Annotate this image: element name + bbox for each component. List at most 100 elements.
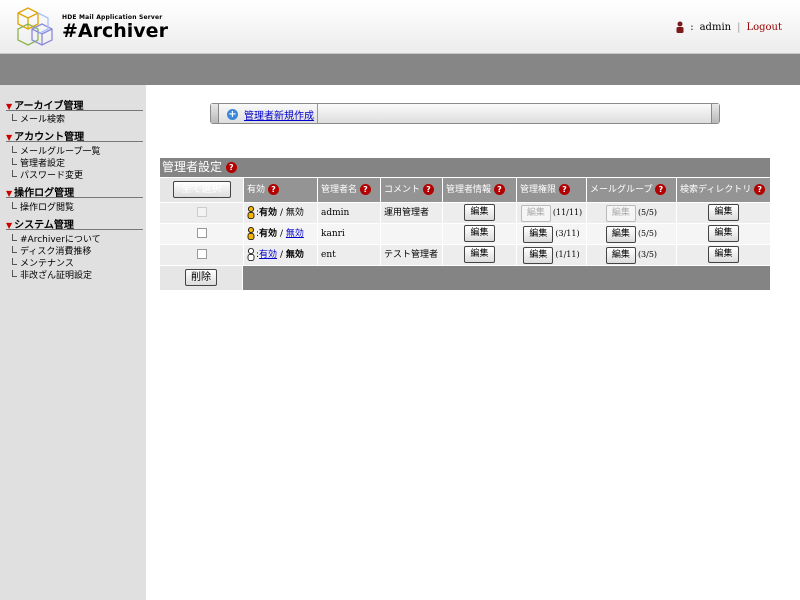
admin-info-cell: 編集 bbox=[443, 203, 516, 223]
select-all-button[interactable]: 全て選択 bbox=[172, 181, 231, 198]
admin-info-cell: 編集 bbox=[443, 245, 516, 265]
help-icon[interactable]: ? bbox=[558, 184, 570, 195]
help-icon[interactable]: ? bbox=[493, 184, 505, 195]
admin-comment bbox=[381, 224, 442, 244]
delete-cell: 削除 bbox=[160, 266, 243, 290]
disable-link[interactable]: 無効 bbox=[286, 229, 304, 239]
admin-name: admin bbox=[318, 203, 380, 223]
triangle-down-icon: ▼ bbox=[6, 189, 13, 198]
person-active-icon bbox=[247, 206, 255, 219]
username: admin bbox=[699, 21, 732, 33]
enabled-label: 有効 bbox=[259, 208, 278, 218]
sidebar-item-admin-settings[interactable]: 管理者設定 bbox=[10, 158, 65, 170]
tree-branch-icon bbox=[10, 170, 20, 182]
permissions-cell: 編集 (1/11) bbox=[517, 245, 586, 265]
new-admin-link[interactable]: 管理者新規作成 bbox=[244, 107, 314, 122]
edit-permissions-button[interactable]: 編集 bbox=[523, 225, 554, 243]
table-row: :有効 / 無効 kanri 編集 編集 (3/11) 編集 (5/5) 編集 bbox=[160, 224, 770, 244]
user-separator: : bbox=[690, 21, 694, 33]
edit-search-dir-button[interactable]: 編集 bbox=[708, 204, 739, 221]
col-header-mail-group: メールグループ ? bbox=[587, 178, 676, 202]
search-dir-cell: 編集 bbox=[677, 245, 770, 265]
enable-link[interactable]: 有効 bbox=[259, 250, 277, 260]
sidebar-item-password-change[interactable]: パスワード変更 bbox=[10, 170, 83, 182]
row-checkbox[interactable] bbox=[196, 248, 207, 259]
tree-branch-icon bbox=[10, 114, 20, 126]
sidebar-item-about[interactable]: #Archiverについて bbox=[10, 234, 101, 246]
search-dir-cell: 編集 bbox=[677, 203, 770, 223]
status-cell: :有効 / 無効 bbox=[244, 224, 317, 244]
permissions-cell: 編集 (3/11) bbox=[517, 224, 586, 244]
sidebar-item-mail-group-list[interactable]: メールグループ一覧 bbox=[10, 146, 100, 158]
user-icon bbox=[676, 21, 684, 33]
help-icon[interactable]: ? bbox=[422, 184, 434, 195]
edit-permissions-button[interactable]: 編集 bbox=[523, 246, 554, 264]
sidebar-item-maintenance[interactable]: メンテナンス bbox=[10, 258, 74, 270]
triangle-down-icon: ▼ bbox=[6, 102, 13, 111]
edit-search-dir-button[interactable]: 編集 bbox=[708, 246, 739, 263]
help-icon[interactable]: ? bbox=[225, 162, 237, 173]
row-checkbox-cell bbox=[160, 245, 243, 265]
permissions-count: (11/11) bbox=[552, 208, 583, 217]
permissions-count: (3/11) bbox=[555, 229, 580, 238]
disabled-label: 無効 bbox=[285, 250, 304, 260]
help-icon[interactable]: ? bbox=[267, 184, 279, 195]
tree-branch-icon bbox=[10, 202, 20, 214]
person-active-icon bbox=[247, 227, 255, 240]
sidebar-item-tamper-proof[interactable]: 非改ざん証明設定 bbox=[10, 270, 92, 282]
disable-link[interactable]: 無効 bbox=[286, 208, 304, 218]
sidebar: ▼ アーカイブ管理 メール検索 ▼ アカウント管理 メールグループ一覧 管理者設定 … bbox=[0, 85, 146, 600]
product-logo-text: #Archiver bbox=[62, 20, 168, 42]
status-cell: :有効 / 無効 bbox=[244, 203, 317, 223]
sidebar-item-log-view[interactable]: 操作ログ閲覧 bbox=[10, 202, 74, 214]
row-checkbox-cell bbox=[160, 224, 243, 244]
sidebar-section-system[interactable]: ▼ システム管理 bbox=[6, 216, 143, 231]
edit-info-button[interactable]: 編集 bbox=[464, 225, 495, 242]
sidebar-section-archive[interactable]: ▼ アーカイブ管理 bbox=[6, 97, 143, 112]
new-admin-button[interactable]: + 管理者新規作成 bbox=[227, 107, 314, 122]
logout-link[interactable]: Logout bbox=[746, 22, 782, 33]
help-icon[interactable]: ? bbox=[359, 184, 371, 195]
mail-group-cell: 編集 (5/5) bbox=[587, 224, 676, 244]
mail-group-cell: 編集 (3/5) bbox=[587, 245, 676, 265]
col-header-admin-name: 管理者名 ? bbox=[318, 178, 380, 202]
panel-title: 管理者設定 ? bbox=[160, 158, 770, 177]
sidebar-item-mail-search[interactable]: メール検索 bbox=[10, 114, 65, 126]
col-header-search-dir: 検索ディレクトリ ? bbox=[677, 178, 770, 202]
toolbar-cap-left bbox=[211, 104, 219, 123]
person-inactive-icon bbox=[247, 248, 255, 261]
edit-info-button[interactable]: 編集 bbox=[464, 204, 495, 221]
status-cell: :有効 / 無効 bbox=[244, 245, 317, 265]
edit-mail-group-button[interactable]: 編集 bbox=[605, 225, 636, 243]
permissions-count: (1/11) bbox=[555, 250, 580, 259]
edit-info-button[interactable]: 編集 bbox=[464, 246, 495, 263]
toolbar-divider bbox=[317, 104, 318, 123]
select-all-cell: 全て選択 bbox=[160, 178, 243, 202]
search-dir-cell: 編集 bbox=[677, 224, 770, 244]
table-row: :有効 / 無効 ent テスト管理者 編集 編集 (1/11) 編集 (3/5) … bbox=[160, 245, 770, 265]
tree-branch-icon bbox=[10, 234, 20, 246]
col-header-enabled: 有効 ? bbox=[244, 178, 317, 202]
edit-mail-group-button: 編集 bbox=[605, 204, 636, 222]
col-header-comment: コメント ? bbox=[381, 178, 442, 202]
sidebar-section-account[interactable]: ▼ アカウント管理 bbox=[6, 128, 143, 143]
top-band bbox=[0, 54, 800, 85]
permissions-cell: 編集 (11/11) bbox=[517, 203, 586, 223]
mail-group-count: (5/5) bbox=[637, 208, 658, 217]
sidebar-section-operation-log[interactable]: ▼ 操作ログ管理 bbox=[6, 184, 143, 199]
edit-permissions-button: 編集 bbox=[520, 204, 551, 222]
help-icon[interactable]: ? bbox=[754, 184, 766, 195]
edit-search-dir-button[interactable]: 編集 bbox=[708, 225, 739, 242]
delete-button[interactable]: 削除 bbox=[185, 269, 217, 286]
mail-group-cell: 編集 (5/5) bbox=[587, 203, 676, 223]
col-header-admin-info: 管理者情報 ? bbox=[443, 178, 516, 202]
edit-mail-group-button[interactable]: 編集 bbox=[605, 246, 636, 264]
help-icon[interactable]: ? bbox=[655, 184, 667, 195]
sidebar-item-disk-usage[interactable]: ディスク消費推移 bbox=[10, 246, 91, 258]
col-header-permissions: 管理権限 ? bbox=[517, 178, 586, 202]
row-checkbox[interactable] bbox=[196, 227, 207, 238]
tree-branch-icon bbox=[10, 246, 20, 258]
tree-branch-icon bbox=[10, 146, 20, 158]
plus-icon[interactable]: + bbox=[227, 108, 238, 120]
row-checkbox bbox=[196, 206, 207, 217]
